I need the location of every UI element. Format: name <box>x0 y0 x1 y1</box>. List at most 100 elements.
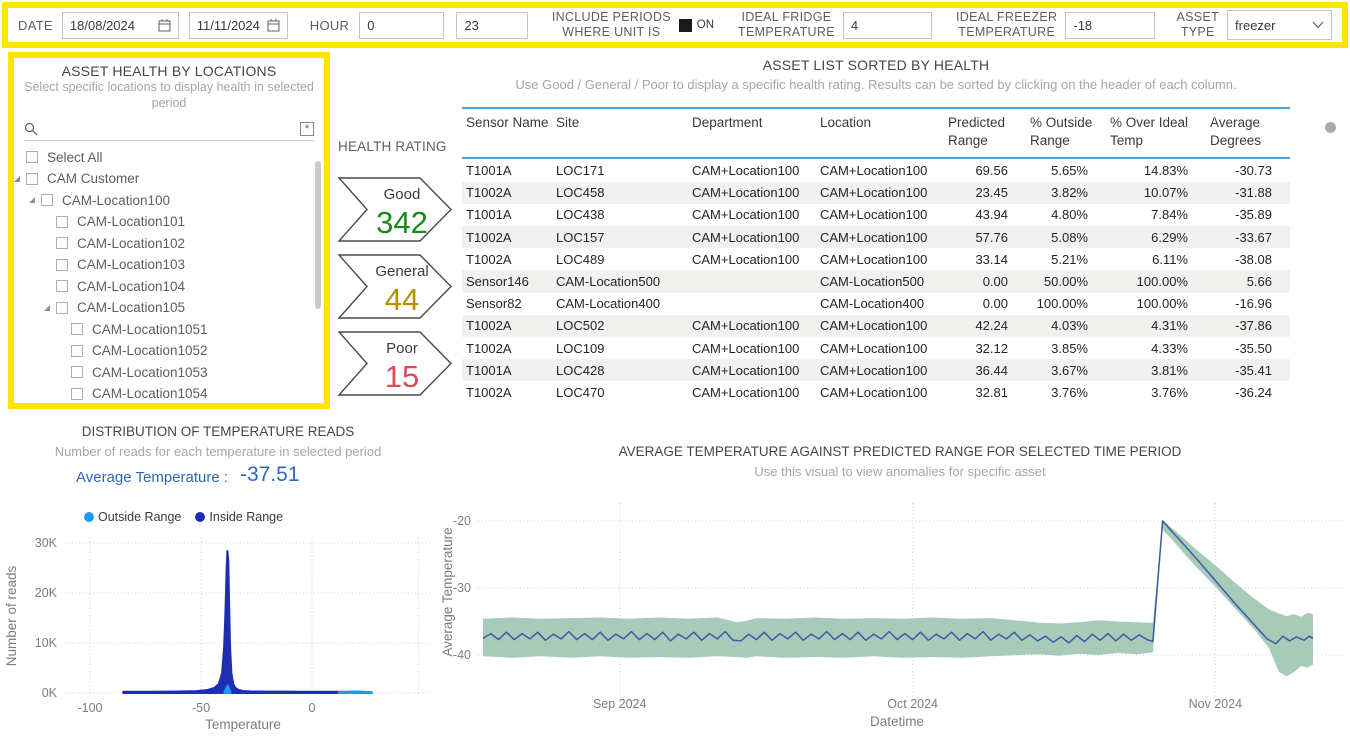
ideal-freezer-input[interactable]: -18 <box>1065 12 1154 39</box>
table-cell: CAM-Location500 <box>816 274 944 289</box>
table-cell: CAM+Location100 <box>816 318 944 333</box>
asset-type-dropdown[interactable]: freezer <box>1227 10 1332 40</box>
ideal-fridge-input[interactable]: 4 <box>843 12 932 39</box>
svg-text:10K: 10K <box>35 636 58 650</box>
tree-item-cam-location1051[interactable]: CAM-Location1051 <box>14 318 324 340</box>
health-arrow-general[interactable]: General 44 <box>336 253 454 320</box>
checkbox-icon[interactable] <box>71 323 83 335</box>
table-cell: -37.86 <box>1206 318 1290 333</box>
table-cell: T1002A <box>462 230 552 245</box>
tree-item-cam-location104[interactable]: CAM-Location104 <box>14 275 324 297</box>
table-cell: CAM+Location100 <box>688 318 816 333</box>
column-header-predicted-range[interactable]: Predicted Range <box>944 114 1026 150</box>
table-row[interactable]: T1001ALOC428CAM+Location100CAM+Location1… <box>462 359 1290 381</box>
include-periods-label: INCLUDE PERIODSWHERE UNIT IS <box>552 10 671 40</box>
checkbox-icon[interactable] <box>71 366 83 378</box>
chevron-down-icon <box>1312 21 1324 29</box>
page-indicator-dot <box>1325 122 1336 133</box>
table-row[interactable]: Sensor146CAM-Location500CAM-Location5000… <box>462 270 1290 292</box>
checkbox-icon[interactable] <box>71 388 83 400</box>
table-row[interactable]: T1001ALOC171CAM+Location100CAM+Location1… <box>462 159 1290 181</box>
tree-item-cam-location1052[interactable]: CAM-Location1052 <box>14 340 324 362</box>
search-options-icon[interactable]: * <box>300 122 314 136</box>
table-row[interactable]: T1002ALOC458CAM+Location100CAM+Location1… <box>462 182 1290 204</box>
column-header-department[interactable]: Department <box>688 114 816 150</box>
column-header--over-ideal-temp[interactable]: % Over Ideal Temp <box>1106 114 1206 150</box>
asset-type-label: ASSETTYPE <box>1177 10 1220 40</box>
hour-from-input[interactable]: 0 <box>359 12 444 39</box>
table-cell: -33.67 <box>1206 230 1290 245</box>
column-header-average-degrees[interactable]: Average Degrees <box>1206 114 1290 150</box>
hour-to-input[interactable]: 23 <box>456 12 527 39</box>
svg-text:-30: -30 <box>453 581 471 595</box>
table-cell: 3.85% <box>1026 341 1106 356</box>
table-cell: LOC502 <box>552 318 688 333</box>
table-cell: CAM+Location100 <box>688 230 816 245</box>
table-cell: -31.88 <box>1206 185 1290 200</box>
tree-item-label: CAM-Location104 <box>77 279 185 294</box>
tree-item-cam-customer[interactable]: CAM Customer <box>14 168 324 190</box>
table-cell: 6.11% <box>1106 252 1206 267</box>
tree-item-label: CAM-Location1051 <box>92 322 208 337</box>
tree-item-select-all[interactable]: Select All <box>14 146 324 168</box>
checkbox-icon[interactable] <box>56 302 68 314</box>
table-cell: CAM+Location100 <box>816 385 944 400</box>
checkbox-icon[interactable] <box>26 151 38 163</box>
legend-inside-range: Inside Range <box>195 510 283 524</box>
table-cell: 3.67% <box>1026 363 1106 378</box>
tree-item-label: CAM-Location1052 <box>92 343 208 358</box>
include-toggle[interactable] <box>679 19 692 32</box>
table-row[interactable]: T1002ALOC489CAM+Location100CAM+Location1… <box>462 248 1290 270</box>
table-cell: LOC458 <box>552 185 688 200</box>
table-cell: 10.07% <box>1106 185 1206 200</box>
tree-item-label: CAM-Location1054 <box>92 386 208 401</box>
location-search-input[interactable]: * <box>24 118 314 141</box>
tree-item-cam-location103[interactable]: CAM-Location103 <box>14 254 324 276</box>
expand-collapse-icon[interactable] <box>29 197 35 203</box>
table-cell: CAM+Location100 <box>816 230 944 245</box>
tree-item-label: CAM-Location103 <box>77 257 185 272</box>
tree-item-cam-location101[interactable]: CAM-Location101 <box>14 211 324 233</box>
table-row[interactable]: T1001ALOC438CAM+Location100CAM+Location1… <box>462 204 1290 226</box>
dashboard-root: 0K10K20K30K-100-500TemperatureNumber of … <box>0 0 1350 740</box>
checkbox-icon[interactable] <box>26 173 38 185</box>
table-row[interactable]: T1002ALOC502CAM+Location100CAM+Location1… <box>462 315 1290 337</box>
expand-collapse-icon[interactable] <box>14 176 20 182</box>
tree-item-cam-location1053[interactable]: CAM-Location1053 <box>14 361 324 383</box>
tree-scrollbar[interactable] <box>315 161 321 309</box>
tree-item-cam-location100[interactable]: CAM-Location100 <box>14 189 324 211</box>
average-temperature-value: -37.51 <box>240 463 300 487</box>
checkbox-icon[interactable] <box>56 280 68 292</box>
checkbox-icon[interactable] <box>56 237 68 249</box>
tree-item-partial[interactable] <box>14 404 324 409</box>
health-arrow-good[interactable]: Good 342 <box>336 176 454 243</box>
tree-item-cam-location105[interactable]: CAM-Location105 <box>14 297 324 319</box>
locations-title: ASSET HEALTH BY LOCATIONS <box>14 63 324 79</box>
table-row[interactable]: T1002ALOC470CAM+Location100CAM+Location1… <box>462 381 1290 403</box>
column-header-sensor-name[interactable]: Sensor Name <box>462 114 552 150</box>
table-cell: 4.31% <box>1106 318 1206 333</box>
table-row[interactable]: T1002ALOC109CAM+Location100CAM+Location1… <box>462 337 1290 359</box>
tree-item-cam-location1054[interactable]: CAM-Location1054 <box>14 383 324 405</box>
column-header-site[interactable]: Site <box>552 114 688 150</box>
good-label: Good <box>384 186 421 203</box>
table-row[interactable]: T1002ALOC157CAM+Location100CAM+Location1… <box>462 226 1290 248</box>
health-arrow-poor[interactable]: Poor 15 <box>336 330 454 397</box>
svg-text:0K: 0K <box>42 686 58 700</box>
tree-item-cam-location102[interactable]: CAM-Location102 <box>14 232 324 254</box>
average-temperature-label: Average Temperature : <box>76 469 228 486</box>
checkbox-icon[interactable] <box>56 259 68 271</box>
date-from-input[interactable]: 18/08/2024 <box>62 12 179 39</box>
table-cell: CAM+Location100 <box>688 163 816 178</box>
table-row[interactable]: Sensor82CAM-Location400CAM-Location4000.… <box>462 293 1290 315</box>
column-header--outside-range[interactable]: % Outside Range <box>1026 114 1106 150</box>
table-cell: Sensor82 <box>462 296 552 311</box>
checkbox-icon[interactable] <box>56 216 68 228</box>
date-to-input[interactable]: 11/11/2024 <box>189 12 288 39</box>
column-header-location[interactable]: Location <box>816 114 944 150</box>
svg-text:0: 0 <box>309 701 316 715</box>
expand-collapse-icon[interactable] <box>44 305 50 311</box>
checkbox-icon[interactable] <box>71 345 83 357</box>
table-cell: 5.08% <box>1026 230 1106 245</box>
checkbox-icon[interactable] <box>41 194 53 206</box>
